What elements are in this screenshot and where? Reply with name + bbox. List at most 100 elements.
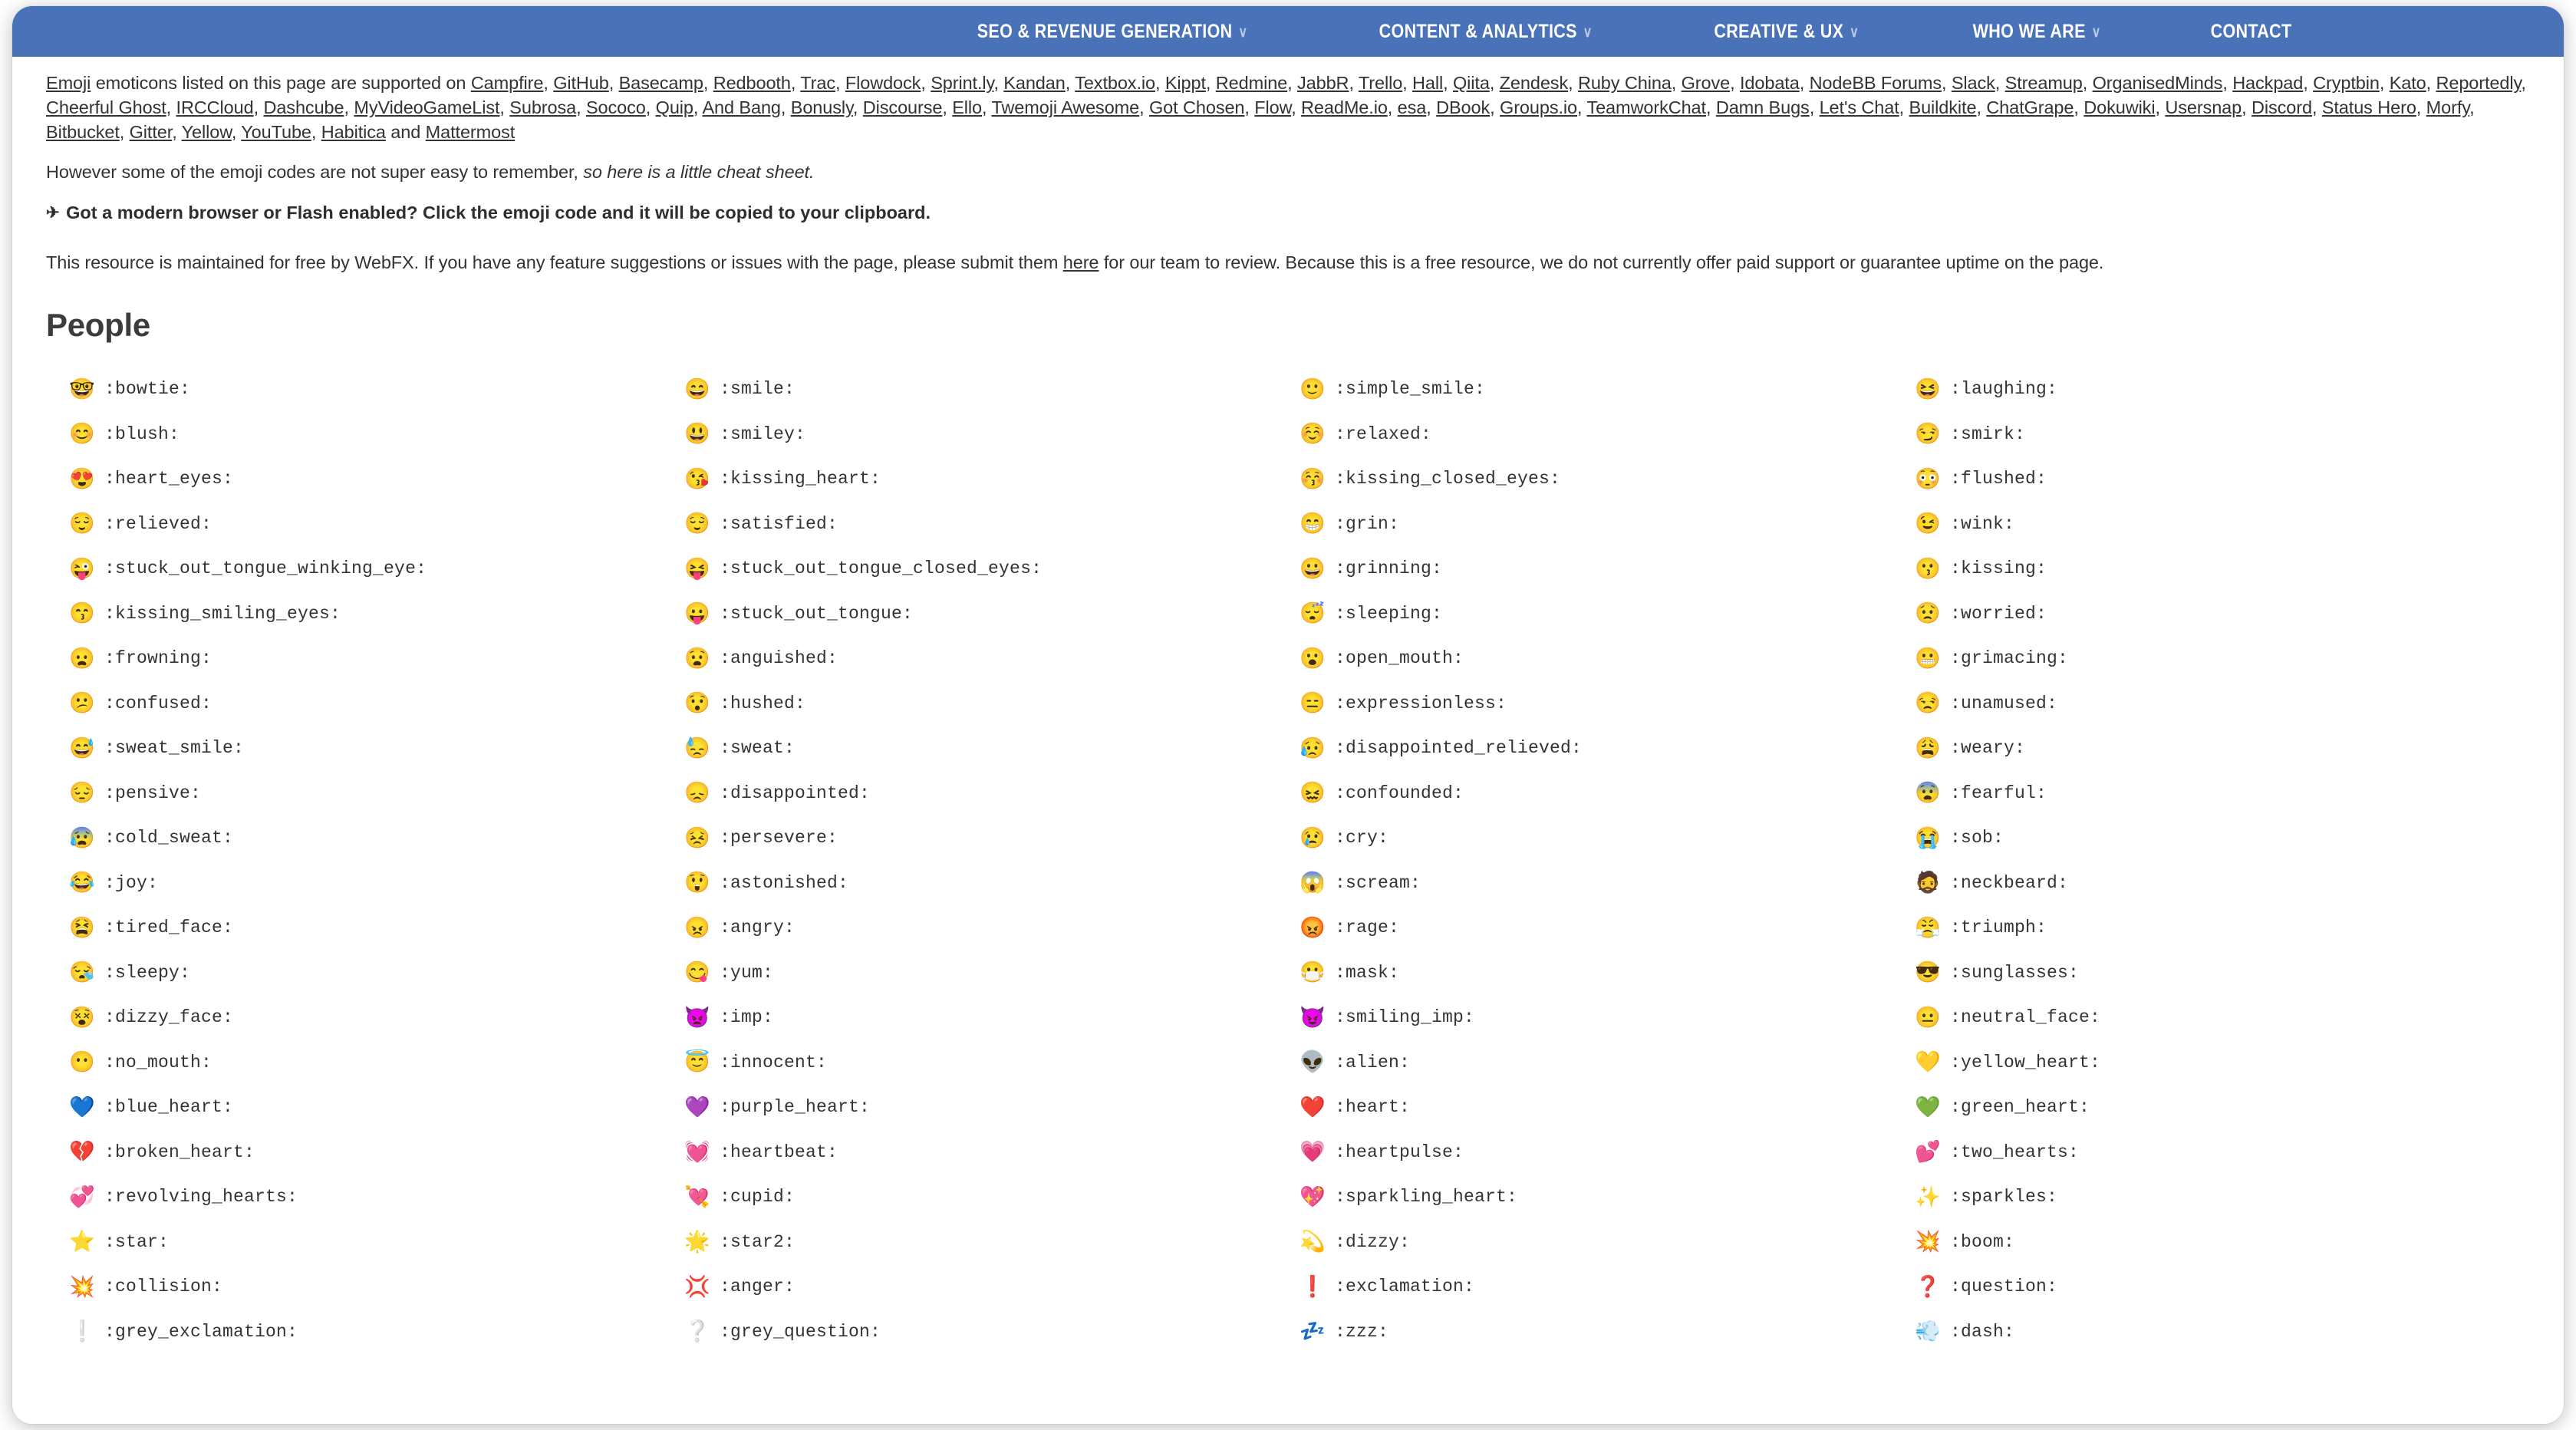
page-scroll-area[interactable]: SEO & REVENUE GENERATION ∨ CONTENT & ANALY… (12, 6, 2564, 1424)
emoji-item[interactable]: 😪:sleepy: (69, 951, 684, 996)
emoji-item[interactable]: 😚:kissing_closed_eyes: (1300, 456, 1915, 502)
supported-app-link[interactable]: Habitica (321, 122, 386, 142)
supported-app-link[interactable]: Usersnap (2165, 97, 2242, 117)
emoji-code-label[interactable]: :frowning: (104, 648, 212, 668)
emoji-item[interactable]: 😇:innocent: (684, 1040, 1300, 1086)
emoji-item[interactable]: 😊:blush: (69, 412, 684, 457)
supported-app-link[interactable]: Dashcube (263, 97, 344, 117)
emoji-item[interactable]: 💥:boom: (1915, 1220, 2530, 1265)
emoji-item[interactable]: 💗:heartpulse: (1300, 1130, 1915, 1175)
emoji-code-label[interactable]: :yum: (720, 963, 773, 983)
emoji-item[interactable]: 😂:joy: (69, 861, 684, 906)
supported-app-link[interactable]: Reportedly (2436, 73, 2522, 93)
emoji-item[interactable]: 😧:anguished: (684, 636, 1300, 681)
emoji-code-label[interactable]: :confused: (104, 694, 212, 713)
supported-app-link[interactable]: IRCCloud (176, 97, 254, 117)
supported-app-link[interactable]: esa (1398, 97, 1427, 117)
emoji-item[interactable]: 😛:stuck_out_tongue: (684, 591, 1300, 637)
emoji-item[interactable]: 😵:dizzy_face: (69, 995, 684, 1040)
emoji-item[interactable]: 💥:collision: (69, 1264, 684, 1310)
supported-app-link[interactable]: Let's Chat (1820, 97, 1899, 117)
emoji-item[interactable]: ❓:question: (1915, 1264, 2530, 1310)
supported-app-link[interactable]: Sprint.ly (931, 73, 993, 93)
emoji-item[interactable]: 😤:triumph: (1915, 905, 2530, 951)
emoji-code-label[interactable]: :relieved: (104, 514, 212, 534)
supported-app-link[interactable]: Kandan (1003, 73, 1066, 93)
emoji-item[interactable]: 😟:worried: (1915, 591, 2530, 637)
emoji-item[interactable]: 😎:sunglasses: (1915, 951, 2530, 996)
emoji-code-label[interactable]: :innocent: (720, 1053, 827, 1072)
supported-app-link[interactable]: Ello (952, 97, 982, 117)
supported-app-link[interactable]: Campfire (471, 73, 544, 93)
emoji-item[interactable]: 😬:grimacing: (1915, 636, 2530, 681)
emoji-code-label[interactable]: :satisfied: (720, 514, 838, 534)
emoji-code-label[interactable]: :imp: (720, 1007, 773, 1027)
emoji-code-label[interactable]: :triumph: (1950, 918, 2047, 937)
supported-app-link[interactable]: Buildkite (1909, 97, 1977, 117)
emoji-code-label[interactable]: :blush: (104, 424, 180, 444)
emoji-item[interactable]: 💞:revolving_hearts: (69, 1175, 684, 1220)
emoji-item[interactable]: 😶:no_mouth: (69, 1040, 684, 1086)
supported-app-link[interactable]: Redmine (1216, 73, 1287, 93)
supported-app-link[interactable]: Streamup (2005, 73, 2083, 93)
emoji-code-label[interactable]: :dizzy_face: (104, 1007, 233, 1027)
emoji-item[interactable]: 🤓:bowtie: (69, 367, 684, 412)
supported-app-link[interactable]: Hackpad (2232, 73, 2303, 93)
supported-app-link[interactable]: Twemoji Awesome (991, 97, 1139, 117)
emoji-item[interactable]: 😍:heart_eyes: (69, 456, 684, 502)
emoji-item[interactable]: 😗:kissing: (1915, 546, 2530, 591)
emoji-item[interactable]: 😆:laughing: (1915, 367, 2530, 412)
emoji-item[interactable]: 😉:wink: (1915, 502, 2530, 547)
emoji-item[interactable]: 💙:blue_heart: (69, 1085, 684, 1130)
supported-app-link[interactable]: Quip (656, 97, 693, 117)
emoji-code-label[interactable]: :stuck_out_tongue: (720, 604, 913, 624)
emoji-code-label[interactable]: :revolving_hearts: (104, 1187, 298, 1207)
emoji-item[interactable]: ❕:grey_exclamation: (69, 1310, 684, 1355)
emoji-code-label[interactable]: :anger: (720, 1277, 795, 1297)
supported-app-link[interactable]: Dokuwiki (2084, 97, 2155, 117)
emoji-code-label[interactable]: :flushed: (1950, 469, 2047, 489)
supported-app-link[interactable]: Kippt (1165, 73, 1206, 93)
supported-app-link[interactable]: Flow (1254, 97, 1291, 117)
emoji-code-label[interactable]: :green_heart: (1950, 1097, 2090, 1117)
emoji-code-label[interactable]: :collision: (104, 1277, 222, 1297)
emoji-item[interactable]: 💓:heartbeat: (684, 1130, 1300, 1175)
nav-item-content-analytics[interactable]: CONTENT & ANALYTICS ∨ (1339, 21, 1632, 43)
emoji-code-label[interactable]: :rage: (1335, 918, 1399, 937)
emoji-code-label[interactable]: :purple_heart: (720, 1097, 870, 1117)
supported-app-link[interactable]: Discord (2252, 97, 2312, 117)
supported-app-link[interactable]: Kato (2390, 73, 2426, 93)
emoji-code-label[interactable]: :sleepy: (104, 963, 190, 983)
emoji-item[interactable]: 😁:grin: (1300, 502, 1915, 547)
emoji-item[interactable]: 😄:smile: (684, 367, 1300, 412)
supported-app-link[interactable]: Trac (800, 73, 835, 93)
emoji-code-label[interactable]: :question: (1950, 1277, 2057, 1297)
emoji-item[interactable]: 😯:hushed: (684, 681, 1300, 727)
emoji-item[interactable]: 😌:relieved: (69, 502, 684, 547)
emoji-code-label[interactable]: :kissing: (1950, 558, 2047, 578)
supported-app-link[interactable]: TeamworkChat (1586, 97, 1706, 117)
supported-app-link[interactable]: Idobata (1740, 73, 1800, 93)
emoji-code-label[interactable]: :mask: (1335, 963, 1399, 983)
emoji-code-label[interactable]: :heart: (1335, 1097, 1410, 1117)
emoji-item[interactable]: 💢:anger: (684, 1264, 1300, 1310)
emoji-item[interactable]: 😘:kissing_heart: (684, 456, 1300, 502)
emoji-item[interactable]: 😜:stuck_out_tongue_winking_eye: (69, 546, 684, 591)
emoji-item[interactable]: 😕:confused: (69, 681, 684, 727)
supported-app-link[interactable]: Subrosa (509, 97, 576, 117)
emoji-code-label[interactable]: :open_mouth: (1335, 648, 1464, 668)
emoji-item[interactable]: 😑:expressionless: (1300, 681, 1915, 727)
emoji-code-label[interactable]: :persevere: (720, 828, 838, 848)
supported-app-link[interactable]: Gitter (130, 122, 173, 142)
supported-app-link[interactable]: ReadMe.io (1301, 97, 1388, 117)
emoji-code-label[interactable]: :hushed: (720, 694, 805, 713)
emoji-code-label[interactable]: :heart_eyes: (104, 469, 233, 489)
supported-app-link[interactable]: Damn Bugs (1716, 97, 1810, 117)
supported-app-link[interactable]: And Bang (702, 97, 781, 117)
emoji-code-label[interactable]: :simple_smile: (1335, 379, 1485, 399)
emoji-code-label[interactable]: :blue_heart: (104, 1097, 233, 1117)
emoji-code-label[interactable]: :cupid: (720, 1187, 795, 1207)
supported-app-link[interactable]: Flowdock (845, 73, 921, 93)
emoji-code-label[interactable]: :smile: (720, 379, 795, 399)
emoji-code-label[interactable]: :kissing_closed_eyes: (1335, 469, 1560, 489)
